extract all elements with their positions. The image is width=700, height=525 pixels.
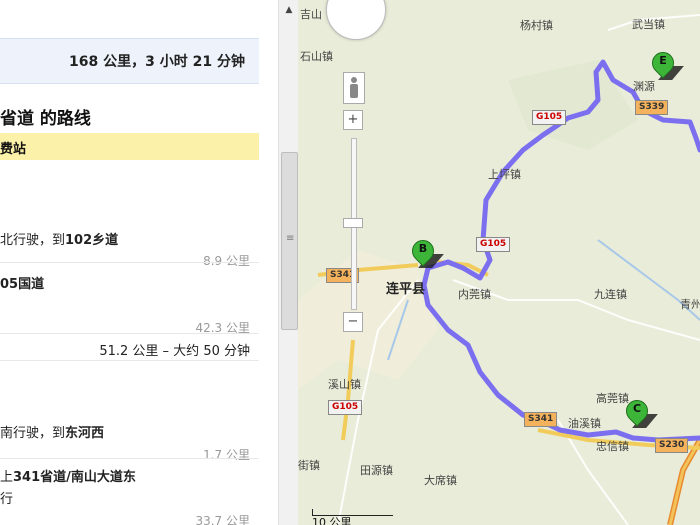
step-3-text: 南行驶，到	[0, 426, 66, 441]
road-shield: S339	[635, 100, 669, 115]
road-shield: S341	[524, 412, 558, 427]
road-shield: G105	[476, 237, 511, 252]
step-2-road: 05国道	[0, 277, 45, 292]
road-shield: G105	[328, 400, 363, 415]
step-3-distance: 1.7 公里	[203, 448, 250, 462]
zoom-slider-handle[interactable]	[343, 218, 363, 228]
town-label: 吉山	[300, 8, 322, 21]
divider	[0, 333, 259, 334]
town-label: 渊源	[633, 80, 655, 93]
toll-notice-text: 费站	[0, 142, 27, 157]
map-view[interactable]: 吉山 石山镇 杨村镇 武当镇 渊源 上坪镇 内莞镇 九连镇 青州 溪山镇 高莞镇…	[298, 0, 700, 525]
scroll-up-icon[interactable]: ▲	[281, 3, 297, 17]
marker-c-label: C	[632, 402, 642, 415]
divider	[0, 458, 259, 459]
town-label: 油溪镇	[568, 417, 601, 430]
scrollbar-thumb[interactable]: ≡	[281, 152, 298, 330]
step-2[interactable]: 05国道	[0, 273, 44, 292]
town-label: 上坪镇	[488, 168, 521, 181]
directions-panel: 168 公里，3 小时 21 分钟 省道 的路线 费站 北行驶，到102乡道 8…	[0, 0, 298, 525]
step-3[interactable]: 南行驶，到东河西	[0, 422, 104, 441]
divider	[0, 262, 259, 263]
step-4-road: 341省道/南山大道东	[13, 470, 136, 485]
town-label: 大席镇	[424, 474, 457, 487]
step-4-line2: 行	[0, 492, 14, 507]
road-shield: G105	[532, 110, 567, 125]
step-4-distance: 33.7 公里	[195, 514, 250, 525]
step-4[interactable]: 上341省道/南山大道东	[0, 466, 136, 485]
city-label: 连平县	[386, 282, 426, 297]
marker-b-label: B	[418, 242, 428, 255]
route-summary-text: 168 公里，3 小时 21 分钟	[69, 54, 245, 70]
town-label: 武当镇	[632, 18, 665, 31]
town-label: 内莞镇	[458, 288, 491, 301]
step-4-text: 上	[0, 470, 14, 485]
town-label: 田源镇	[360, 464, 393, 477]
step-3-road: 东河西	[65, 426, 105, 441]
pegman-icon[interactable]	[343, 72, 365, 104]
road-shield: S230	[655, 438, 689, 453]
divider	[0, 360, 259, 361]
step-1-distance: 8.9 公里	[203, 254, 250, 268]
grip-icon: ≡	[286, 233, 295, 244]
town-label: 杨村镇	[520, 19, 553, 32]
pegman-head	[351, 77, 357, 83]
step-1-text: 北行驶，到	[0, 233, 66, 248]
scale-label: 10 公里	[312, 516, 352, 525]
marker-e-label: E	[659, 54, 667, 67]
toll-notice: 费站	[0, 133, 259, 160]
town-label: 高莞镇	[596, 392, 629, 405]
town-label: 溪山镇	[328, 378, 361, 391]
town-label: 青州	[680, 298, 700, 311]
segment-summary: 51.2 公里 – 大约 50 分钟	[99, 344, 250, 359]
panel-scrollbar[interactable]: ▲ ≡	[278, 0, 299, 525]
route-title: 省道 的路线	[0, 109, 91, 129]
town-label: 忠信镇	[596, 440, 629, 453]
town-label: 街镇	[298, 459, 320, 472]
town-label: 石山镇	[300, 50, 333, 63]
town-label: 九连镇	[594, 288, 627, 301]
zoom-out-button[interactable]: −	[343, 312, 363, 332]
step-1[interactable]: 北行驶，到102乡道	[0, 229, 118, 248]
step-1-road: 102乡道	[65, 233, 119, 248]
route-summary: 168 公里，3 小时 21 分钟	[0, 38, 259, 84]
zoom-in-button[interactable]: +	[343, 110, 363, 130]
pegman-body	[350, 84, 358, 98]
